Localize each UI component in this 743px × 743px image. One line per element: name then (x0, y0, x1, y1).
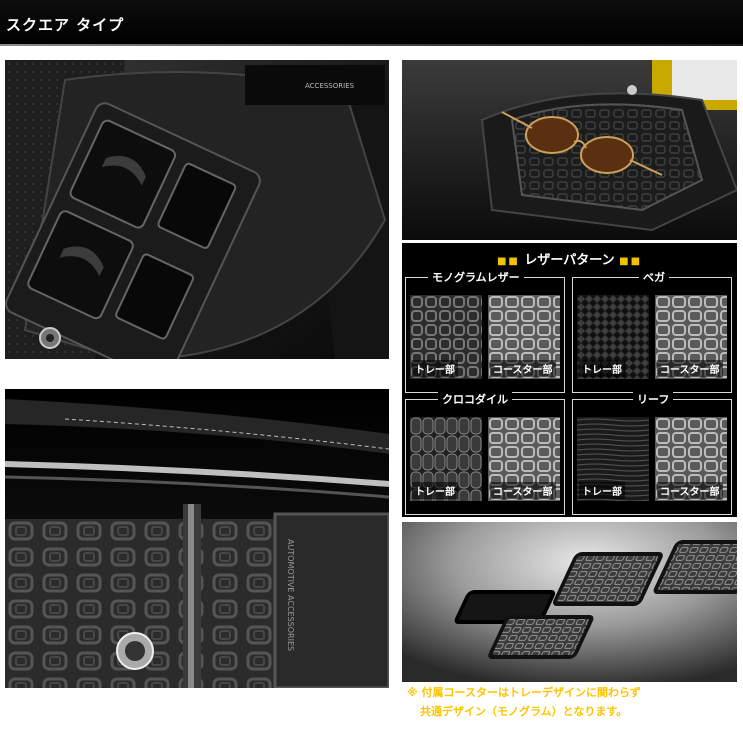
title-dots-right: ■■ (619, 256, 643, 267)
panel-title: ■■ レザーパターン ■■ (402, 249, 737, 268)
coaster-swatch: コースター部 (655, 295, 727, 379)
pattern-box-leaf: リーフ トレー部 コースター部 (572, 391, 732, 515)
panel-title-text: レザーパターン (524, 253, 615, 268)
tray-swatch: トレー部 (577, 295, 649, 379)
coaster-swatch: コースター部 (655, 417, 727, 501)
closeup-photo: AUTOMOTIVE ACCESSORIES (5, 389, 389, 688)
closeup-emblem-text: AUTOMOTIVE ACCESSORIES (286, 539, 295, 651)
product-set-photo (402, 522, 737, 682)
coaster-label: コースター部 (657, 360, 723, 377)
console-photo: ACCESSORIES (5, 60, 389, 359)
pattern-name: モノグラムレザー (428, 269, 524, 285)
coaster-label: コースター部 (657, 482, 723, 499)
coaster-note: ※ 付属コースターはトレーデザインに関わらず 共通デザイン（モノグラム）となりま… (402, 683, 737, 723)
tray-label: トレー部 (579, 482, 625, 499)
tray-swatch: トレー部 (410, 295, 482, 379)
page-title: スクエア タイプ (6, 16, 125, 34)
tray-label: トレー部 (412, 360, 458, 377)
coaster-label: コースター部 (490, 360, 556, 377)
pattern-box-crocodile: クロコダイル トレー部 コースター部 (405, 391, 565, 515)
tray-label: トレー部 (579, 360, 625, 377)
tray-swatch: トレー部 (577, 417, 649, 501)
coaster-swatch: コースター部 (488, 295, 560, 379)
pattern-box-monogram: モノグラムレザー トレー部 コースター部 (405, 269, 565, 393)
coaster-label: コースター部 (490, 482, 556, 499)
pattern-name: リーフ (633, 391, 674, 407)
note-line-2: 共通デザイン（モノグラム）となります。 (420, 705, 628, 718)
coaster-swatch: コースター部 (488, 417, 560, 501)
leather-pattern-panel: ■■ レザーパターン ■■ モノグラムレザー トレー部 コースター部 ベガ トレ… (402, 243, 737, 517)
tray-glasses-photo (402, 60, 737, 240)
pattern-name: ベガ (639, 269, 669, 285)
tray-label: トレー部 (412, 482, 458, 499)
pattern-name: クロコダイル (438, 391, 512, 407)
console-emblem-text: ACCESSORIES (305, 82, 355, 90)
header-divider (0, 44, 743, 46)
header-bar: スクエア タイプ (0, 0, 743, 46)
tray-swatch: トレー部 (410, 417, 482, 501)
note-line-1: ※ 付属コースターはトレーデザインに関わらず (407, 686, 641, 699)
pattern-box-vega: ベガ トレー部 コースター部 (572, 269, 732, 393)
title-dots-left: ■■ (496, 256, 520, 267)
